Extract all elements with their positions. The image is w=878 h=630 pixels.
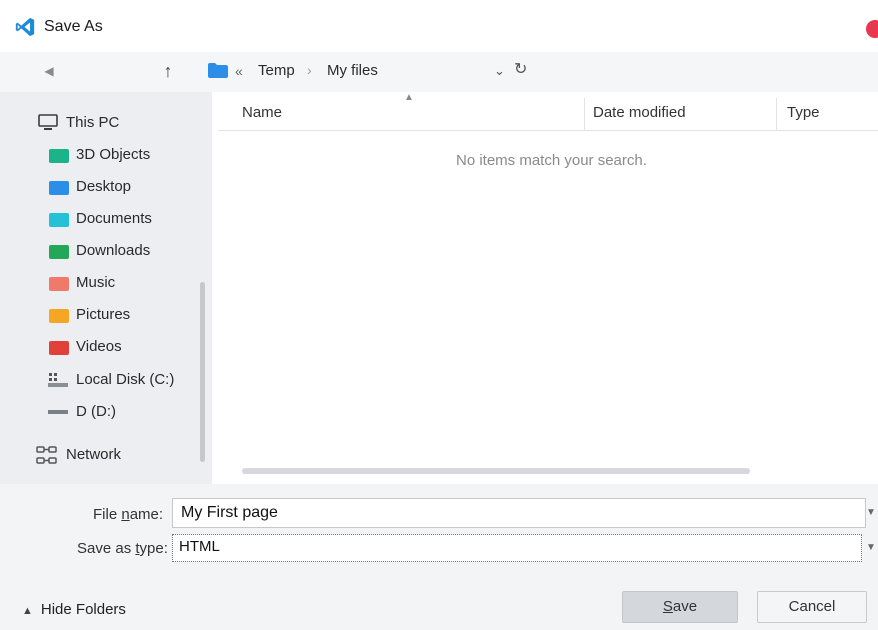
navigation-bar — [0, 52, 878, 92]
breadcrumb-item-my-files[interactable]: My files — [327, 62, 378, 79]
refresh-icon[interactable]: ↻ — [514, 60, 532, 80]
save-button[interactable]: Save — [622, 591, 738, 623]
file-name-input[interactable] — [172, 498, 866, 528]
save-as-type-select[interactable]: HTML — [172, 534, 862, 562]
horizontal-scrollbar[interactable] — [242, 468, 750, 474]
drive-icon — [48, 410, 68, 414]
breadcrumb-item-temp[interactable]: Temp — [258, 62, 295, 79]
folder-icon — [49, 181, 69, 195]
folder-icon — [49, 149, 69, 163]
close-icon[interactable] — [866, 20, 878, 38]
sidebar-item-label: Downloads — [76, 242, 151, 259]
sidebar-item-pictures[interactable]: Pictures — [0, 300, 200, 330]
column-header-date-modified[interactable]: Date modified — [593, 104, 686, 121]
folder-icon — [208, 63, 228, 78]
disk-icon — [48, 373, 68, 387]
sidebar-item-label: 3D Objects — [76, 146, 151, 163]
sidebar-scrollbar[interactable] — [200, 282, 205, 462]
file-list-area — [212, 92, 878, 484]
breadcrumb-separator: › — [307, 62, 312, 78]
sidebar-item-label: Desktop — [76, 178, 132, 195]
column-divider[interactable] — [584, 98, 585, 130]
folder-icon — [49, 213, 69, 227]
folder-icon — [49, 341, 69, 355]
save-as-type-label: Save as type: — [77, 540, 168, 557]
sidebar-item-documents[interactable]: Documents — [0, 204, 200, 234]
network-icon — [36, 446, 57, 464]
cancel-button[interactable]: Cancel — [757, 591, 867, 623]
empty-state-message: No items match your search. — [456, 152, 647, 169]
up-arrow-icon[interactable]: ↑ — [156, 58, 180, 84]
sidebar-item-label: Network — [66, 446, 122, 463]
folder-icon — [49, 309, 69, 323]
sidebar-item-3d-objects[interactable]: 3D Objects — [0, 140, 200, 170]
file-name-label: File name: — [93, 506, 164, 523]
breadcrumb-overflow[interactable]: « — [235, 63, 243, 79]
hide-folders-button[interactable]: ▲ Hide Folders — [22, 601, 126, 618]
title-bar — [0, 0, 878, 52]
sidebar-item-label: Local Disk (C:) — [76, 371, 175, 388]
sidebar-item-music[interactable]: Music — [0, 268, 200, 298]
sidebar-item-network[interactable]: Network — [0, 440, 200, 470]
window-title: Save As — [44, 18, 103, 35]
sidebar-item-local-disk[interactable]: Local Disk (C:) — [0, 365, 200, 395]
column-header-name[interactable]: Name — [242, 104, 282, 121]
chevron-down-icon[interactable]: ⌄ — [494, 62, 510, 80]
sidebar-item-label: This PC — [66, 114, 120, 131]
sidebar-item-videos[interactable]: Videos — [0, 332, 200, 362]
sidebar-item-label: D (D:) — [76, 403, 116, 420]
vscode-icon — [15, 17, 35, 37]
sidebar-item-d-drive[interactable]: D (D:) — [0, 397, 200, 427]
computer-icon — [38, 114, 58, 130]
column-header-type[interactable]: Type — [787, 104, 820, 121]
chevron-down-icon[interactable]: ▼ — [866, 534, 878, 562]
sidebar-item-label: Music — [76, 274, 116, 291]
folder-icon — [49, 277, 69, 291]
back-icon[interactable]: ◀ — [40, 62, 58, 80]
sort-up-icon: ▲ — [404, 92, 414, 103]
column-header-row: Name Date modified Type — [218, 98, 878, 131]
chevron-up-icon: ▲ — [22, 605, 33, 617]
sidebar-item-this-pc[interactable]: This PC — [0, 108, 200, 138]
sidebar-item-label: Videos — [76, 338, 122, 355]
sidebar-item-downloads[interactable]: Downloads — [0, 236, 200, 266]
sidebar-item-label: Documents — [76, 210, 152, 227]
column-divider[interactable] — [776, 98, 777, 130]
folder-icon — [49, 245, 69, 259]
sidebar-item-label: Pictures — [76, 306, 131, 323]
chevron-down-icon[interactable]: ▼ — [866, 498, 878, 528]
sidebar-item-desktop[interactable]: Desktop — [0, 172, 200, 202]
